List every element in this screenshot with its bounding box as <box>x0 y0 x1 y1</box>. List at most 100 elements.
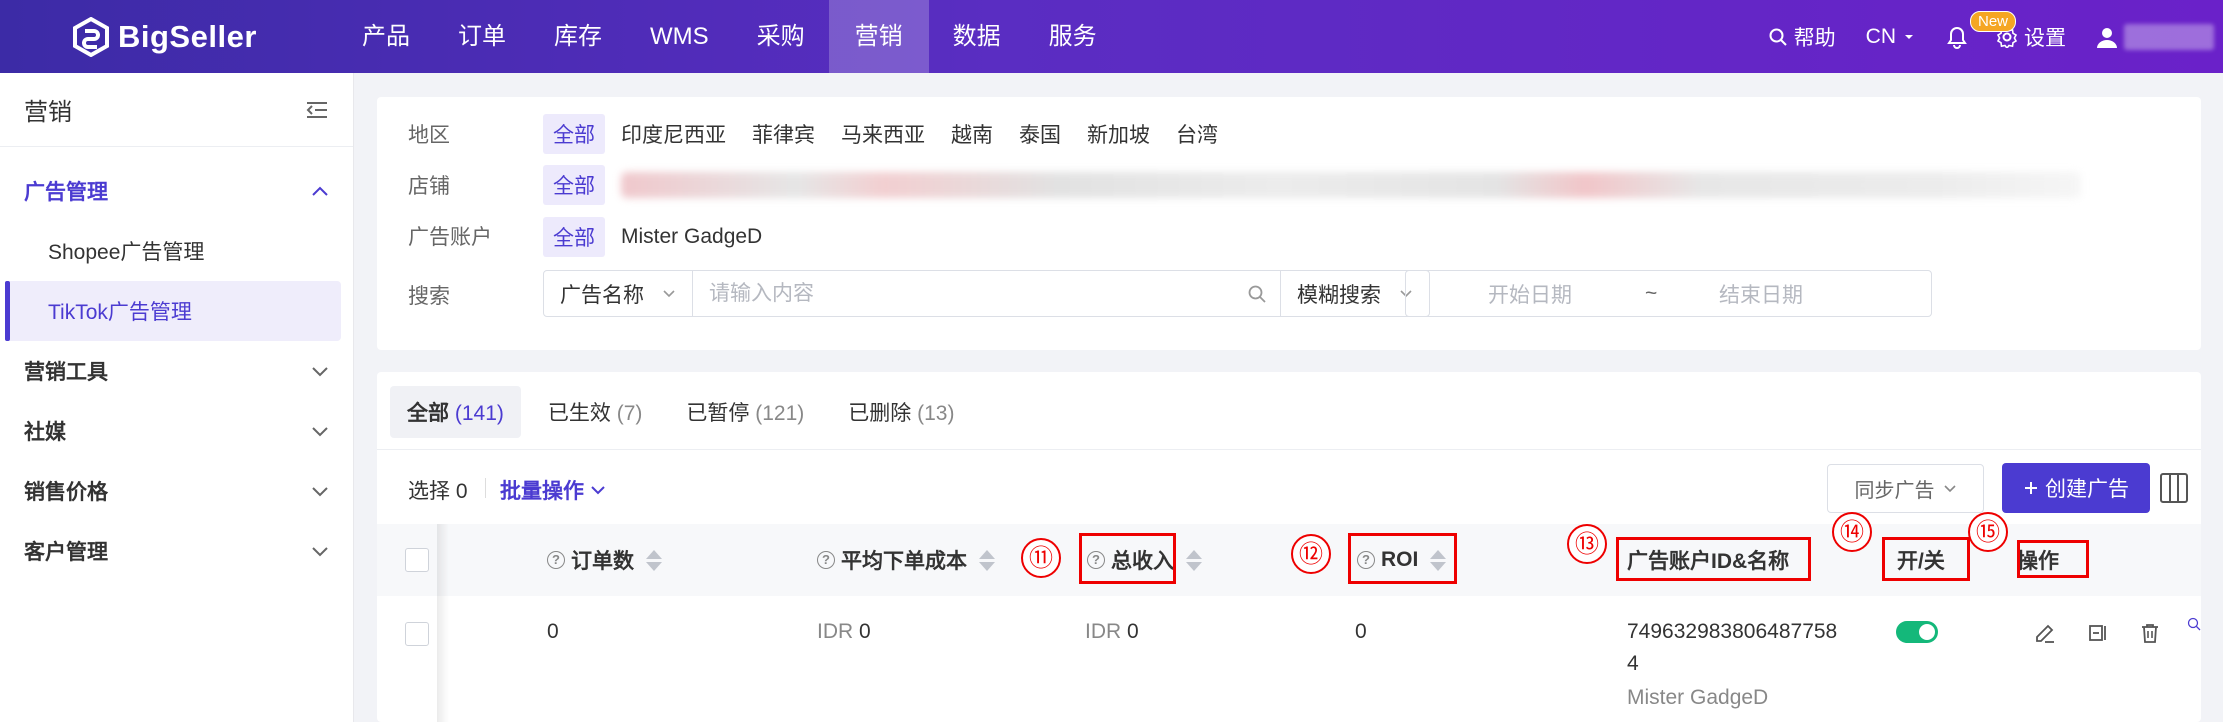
region-option-vietnam[interactable]: 越南 <box>941 114 1003 154</box>
annotation-box-roi <box>1348 533 1457 584</box>
chevron-down-icon <box>312 547 328 557</box>
store-list-redacted <box>621 172 2081 198</box>
region-option-malaysia[interactable]: 马来西亚 <box>831 114 935 154</box>
user-menu[interactable] <box>2096 23 2223 50</box>
region-options: 全部 印度尼西亚 菲律宾 马来西亚 越南 泰国 新加坡 台湾 <box>543 114 1228 154</box>
sidebar-group-label: 社媒 <box>24 421 66 444</box>
nav-item-services[interactable]: 服务 <box>1025 0 1121 73</box>
store-option-all[interactable]: 全部 <box>543 165 605 205</box>
search-input[interactable] <box>693 271 1233 316</box>
search-field-select[interactable]: 广告名称 <box>544 271 693 316</box>
batch-actions-dropdown[interactable]: 批量操作 <box>500 475 606 505</box>
currency-label: IDR <box>817 620 854 643</box>
search-icon <box>1248 285 1266 303</box>
nav-item-data[interactable]: 数据 <box>929 0 1025 73</box>
bell-icon <box>1947 26 1967 49</box>
sidebar-item-shopee-ads[interactable]: Shopee广告管理 <box>0 221 353 281</box>
ad-account-option-all[interactable]: 全部 <box>543 217 605 257</box>
sidebar-group-marketing-tools[interactable]: 营销工具 <box>0 341 353 401</box>
nav-item-wms[interactable]: WMS <box>626 0 733 73</box>
col-orders[interactable]: ? 订单数 <box>547 524 662 596</box>
plus-icon <box>2025 482 2037 494</box>
sort-icon[interactable] <box>979 549 995 571</box>
user-icon <box>2097 27 2117 48</box>
end-date-input[interactable]: 结束日期 <box>1719 279 1803 309</box>
top-nav-bar: BigSeller 产品 订单 库存 WMS 采购 营销 数据 服务 帮助 CN… <box>0 0 2223 73</box>
sidebar-group-customers[interactable]: 客户管理 <box>0 521 353 581</box>
tab-label: 已删除 <box>848 402 912 425</box>
cell-revenue: IDR 0 <box>1085 620 1139 644</box>
help-icon: ? <box>817 551 835 569</box>
nav-item-products[interactable]: 产品 <box>338 0 434 73</box>
annotation-marker-13: ⑬ <box>1567 524 1607 564</box>
username-redacted <box>2124 23 2214 50</box>
filter-label-ad-account: 广告账户 <box>408 226 492 249</box>
collapse-sidebar-icon[interactable] <box>305 100 329 120</box>
tab-deleted[interactable]: 已删除 (13) <box>831 386 971 438</box>
ad-account-options: 全部 Mister GadgeD <box>543 217 772 257</box>
region-option-singapore[interactable]: 新加坡 <box>1077 114 1160 154</box>
cell-avg-cost: IDR 0 <box>817 620 871 644</box>
date-range-separator: ~ <box>1645 281 1658 305</box>
sidebar-item-tiktok-ads[interactable]: TikTok广告管理 <box>5 281 341 341</box>
chevron-down-icon <box>591 486 605 495</box>
region-option-all[interactable]: 全部 <box>543 114 605 154</box>
create-ad-button[interactable]: 创建广告 <box>2002 463 2150 513</box>
search-icon <box>1769 28 1787 46</box>
avg-cost-value: 0 <box>859 620 871 643</box>
region-option-indonesia[interactable]: 印度尼西亚 <box>611 114 736 154</box>
brand-name: BigSeller <box>118 19 257 54</box>
region-option-thailand[interactable]: 泰国 <box>1009 114 1071 154</box>
edit-icon[interactable] <box>2031 619 2059 647</box>
nav-item-marketing[interactable]: 营销 <box>828 0 929 73</box>
date-range-picker[interactable]: 开始日期 ~ 结束日期 <box>1405 270 1932 317</box>
sidebar-header: 营销 <box>0 73 353 147</box>
tab-all[interactable]: 全部 (141) <box>390 386 521 438</box>
sync-ads-button[interactable]: 同步广告 <box>1827 464 1984 513</box>
sidebar-group-social[interactable]: 社媒 <box>0 401 353 461</box>
col-avg-cost[interactable]: ? 平均下单成本 <box>817 524 995 596</box>
adjust-budget-icon[interactable] <box>2084 619 2112 647</box>
status-tabs: 全部 (141) 已生效 (7) 已暂停 (121) 已删除 (13) <box>390 386 971 438</box>
sidebar-group-ad-management[interactable]: 广告管理 <box>0 161 353 221</box>
main-nav: 产品 订单 库存 WMS 采购 营销 数据 服务 <box>338 0 1121 73</box>
language-select[interactable]: CN <box>1866 25 1916 49</box>
region-option-philippines[interactable]: 菲律宾 <box>742 114 825 154</box>
delete-icon[interactable] <box>2136 619 2164 647</box>
bigseller-logo-icon <box>73 17 109 57</box>
column-settings-button[interactable] <box>2156 468 2192 508</box>
ad-account-option-mister-gadged[interactable]: Mister GadgeD <box>611 220 772 254</box>
chevron-down-icon <box>1943 484 1956 492</box>
sidebar-title: 营销 <box>24 99 72 126</box>
notifications-button[interactable]: New <box>1946 10 2017 49</box>
search-submit-button[interactable] <box>1233 271 1281 316</box>
region-option-taiwan[interactable]: 台湾 <box>1166 114 1228 154</box>
row-checkbox[interactable] <box>405 622 429 646</box>
select-all-checkbox[interactable] <box>405 548 429 572</box>
tab-count: (7) <box>616 402 643 425</box>
sort-icon[interactable] <box>1186 549 1202 571</box>
sort-icon[interactable] <box>646 549 662 571</box>
ad-enabled-toggle[interactable] <box>1896 621 1938 643</box>
sidebar-group-label: 营销工具 <box>24 361 108 384</box>
help-label: 帮助 <box>1793 26 1836 50</box>
store-options: 全部 <box>543 165 2081 205</box>
filter-label-search: 搜索 <box>408 285 450 308</box>
tab-label: 全部 <box>407 402 449 425</box>
sidebar-group-label: 销售价格 <box>24 481 108 504</box>
sidebar-group-sales-price[interactable]: 销售价格 <box>0 461 353 521</box>
nav-item-purchase[interactable]: 采购 <box>733 0 829 73</box>
tab-active[interactable]: 已生效 (7) <box>531 386 660 438</box>
nav-item-orders[interactable]: 订单 <box>434 0 530 73</box>
annotation-box-revenue <box>1079 533 1176 584</box>
nav-item-inventory[interactable]: 库存 <box>530 0 626 73</box>
search-icon[interactable] <box>2187 610 2201 638</box>
help-link[interactable]: 帮助 <box>1768 22 1836 52</box>
sidebar: 营销 广告管理 Shopee广告管理 TikTok广告管理 营销工具 社媒 销售… <box>0 73 354 722</box>
brand-logo[interactable]: BigSeller <box>72 16 257 58</box>
ads-list-panel: 全部 (141) 已生效 (7) 已暂停 (121) 已删除 (13) 选择 0… <box>377 372 2201 722</box>
tabs-divider <box>377 449 2201 450</box>
tab-paused[interactable]: 已暂停 (121) <box>669 386 821 438</box>
top-right-tools: 帮助 CN New 设置 <box>1768 0 2223 73</box>
start-date-input[interactable]: 开始日期 <box>1488 279 1572 309</box>
